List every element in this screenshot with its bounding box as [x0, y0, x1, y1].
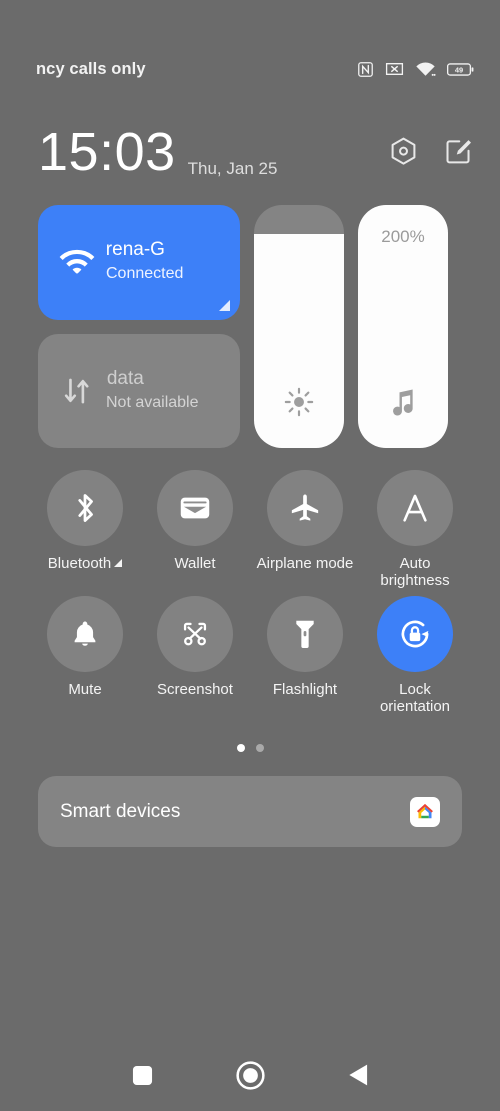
status-icon-group: 49	[357, 33, 474, 78]
toggle-lock-orientation-label: Lock orientation	[363, 681, 467, 716]
triangle-back-icon	[348, 1064, 367, 1086]
data-transfer-icon	[54, 374, 100, 408]
toggle-bluetooth[interactable]: Bluetooth	[30, 470, 140, 590]
toggle-wallet[interactable]: Wallet	[140, 470, 250, 590]
settings-hexagon-icon[interactable]	[390, 137, 417, 166]
screenshot-icon	[183, 622, 207, 645]
battery-level-text: 49	[455, 65, 463, 74]
toggle-airplane-mode-text: Airplane mode	[256, 555, 354, 572]
volume-value-label: 200%	[381, 227, 425, 246]
toggle-lock-orientation-circle[interactable]	[377, 595, 453, 672]
toggle-bluetooth-circle[interactable]	[47, 470, 123, 546]
toggle-mute[interactable]: Mute	[30, 595, 140, 716]
toggle-screenshot[interactable]: Screenshot	[140, 595, 250, 716]
quick-toggle-grid: Bluetooth Wallet Airplane mode Auto brig…	[30, 470, 470, 715]
toggle-auto-brightness-text: Auto brightness	[380, 555, 450, 590]
toggle-lock-orientation[interactable]: Lock orientation	[360, 595, 470, 716]
toggle-wallet-circle[interactable]	[157, 470, 233, 546]
toggle-flashlight-label: Flashlight	[273, 681, 337, 698]
toggle-wallet-label: Wallet	[174, 555, 215, 572]
brightness-slider[interactable]	[254, 205, 344, 448]
status-bar: ncy calls only 49	[0, 0, 500, 110]
music-note-icon	[390, 388, 417, 422]
toggle-airplane-mode-label: Airplane mode	[257, 555, 354, 572]
toggle-airplane-mode-circle[interactable]	[267, 470, 343, 546]
battery-icon: 49	[447, 62, 474, 76]
carrier-label: ncy calls only	[36, 59, 146, 78]
clock-time: 15:03	[38, 122, 176, 182]
connectivity-column: neArena-G Connected bile data Not availa…	[38, 205, 240, 448]
page-dot-1[interactable]	[236, 744, 245, 752]
toggle-wallet-text: Wallet	[174, 555, 216, 572]
quick-settings-top-area: neArena-G Connected bile data Not availa…	[38, 205, 462, 448]
wallet-icon	[180, 497, 210, 519]
toggle-screenshot-circle[interactable]	[157, 595, 233, 672]
auto-brightness-a-icon	[403, 494, 427, 522]
flashlight-icon	[296, 620, 314, 648]
header-action-group	[390, 137, 472, 168]
toggle-auto-brightness[interactable]: Auto brightness	[360, 470, 470, 590]
no-sim-icon	[385, 63, 404, 75]
google-home-icon[interactable]	[410, 796, 440, 827]
wifi-icon	[416, 62, 436, 76]
page-dot-2[interactable]	[255, 744, 264, 752]
toggle-bluetooth-label: Bluetooth	[47, 555, 123, 572]
toggle-screenshot-label: Screenshot	[157, 681, 233, 698]
brightness-sun-icon	[284, 387, 314, 422]
toggle-airplane-mode[interactable]: Airplane mode	[250, 470, 360, 590]
toggle-bluetooth-text: Bluetooth	[47, 555, 112, 572]
toggle-lock-orientation-text: Lock orientation	[379, 680, 451, 715]
page-indicator	[0, 744, 500, 752]
nav-recents-button[interactable]	[132, 1065, 153, 1086]
mobile-data-tile-text: bile data Not available	[106, 368, 199, 414]
lock-rotation-icon	[401, 620, 429, 647]
edit-pencil-icon[interactable]	[445, 138, 472, 165]
wifi-tile[interactable]: neArena-G Connected	[38, 205, 240, 320]
toggle-mute-text: Mute	[68, 680, 102, 698]
smart-devices-bar[interactable]: Smart devices	[38, 776, 462, 847]
toggle-auto-brightness-label: Auto brightness	[363, 555, 467, 590]
clock-header: 15:03 Thu, Jan 25	[0, 118, 500, 186]
wifi-ssid-label: neArena-G	[106, 239, 165, 261]
volume-slider[interactable]: 200%	[358, 205, 448, 448]
bell-icon	[74, 621, 96, 646]
toggle-screenshot-text: Screenshot	[157, 680, 233, 698]
expand-corner-icon[interactable]	[219, 299, 230, 311]
circle-icon	[235, 1060, 265, 1090]
toggle-flashlight-circle[interactable]	[267, 595, 343, 672]
smart-devices-label: Smart devices	[60, 800, 181, 822]
wifi-status-label: Connected	[106, 265, 184, 283]
square-icon	[132, 1065, 152, 1085]
wifi-tile-text: neArena-G Connected	[106, 239, 183, 285]
nfc-icon	[358, 61, 373, 77]
mobile-data-tile[interactable]: bile data Not available	[38, 333, 240, 448]
nav-back-button[interactable]	[348, 1063, 369, 1087]
mobile-data-title-label: bile data	[106, 367, 144, 389]
expand-caret-icon[interactable]	[114, 559, 123, 568]
nav-home-button[interactable]	[235, 1060, 265, 1090]
toggle-mute-label: Mute	[68, 681, 101, 698]
navigation-bar	[0, 1039, 500, 1111]
toggle-flashlight[interactable]: Flashlight	[250, 595, 360, 716]
bluetooth-icon	[78, 494, 93, 522]
toggle-auto-brightness-circle[interactable]	[377, 470, 453, 546]
toggle-mute-circle[interactable]	[47, 595, 123, 672]
mobile-data-status-label: Not available	[106, 393, 199, 411]
toggle-flashlight-text: Flashlight	[272, 680, 338, 698]
wifi-icon	[54, 247, 100, 277]
airplane-icon	[291, 494, 319, 521]
clock-date: Thu, Jan 25	[187, 159, 278, 178]
